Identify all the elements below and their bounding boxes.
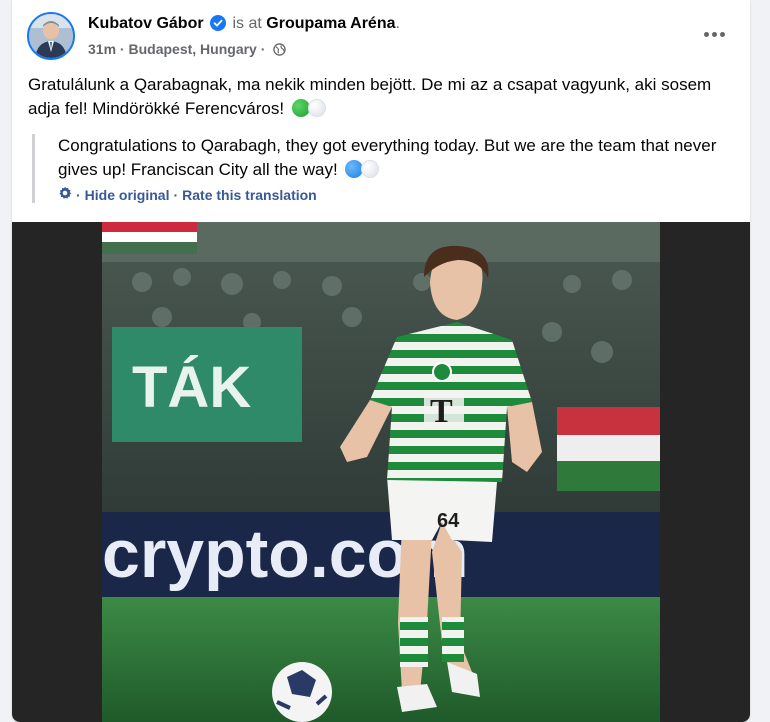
- translation-block: Congratulations to Qarabagh, they got ev…: [32, 134, 732, 203]
- original-text: Gratulálunk a Qarabagnak, ma nekik minde…: [28, 75, 712, 118]
- photo-image: TÁK crypto.com 64 T: [102, 222, 660, 722]
- gear-icon[interactable]: [58, 186, 72, 203]
- globe-icon[interactable]: [273, 43, 287, 59]
- hide-original-link[interactable]: Hide original: [85, 187, 170, 203]
- author-name[interactable]: Kubatov Gábor: [88, 15, 204, 32]
- dot-separator: ·: [76, 186, 81, 203]
- translation-text: Congratulations to Qarabagh, they got ev…: [58, 136, 717, 179]
- rate-translation-link[interactable]: Rate this translation: [182, 187, 317, 203]
- translation-text-line: Congratulations to Qarabagh, they got ev…: [58, 134, 732, 182]
- post-header-title: Kubatov Gábor is at Groupama Aréna.: [88, 15, 400, 36]
- banner-text: TÁK: [132, 355, 251, 420]
- post-card: Kubatov Gábor is at Groupama Aréna. 31m …: [12, 0, 750, 722]
- shirt-logo: T: [430, 393, 453, 430]
- post-location[interactable]: Budapest, Hungary: [128, 41, 256, 57]
- title-period: .: [395, 15, 400, 32]
- meta-separator: ·: [119, 41, 125, 57]
- avatar-image: [29, 14, 73, 58]
- more-options-icon[interactable]: [696, 22, 732, 46]
- dot-separator-2: ·: [173, 186, 179, 203]
- verified-badge-icon: [210, 15, 227, 36]
- translation-links: · Hide original · Rate this translation: [58, 186, 732, 203]
- white-circle-emoji-2: [361, 160, 380, 178]
- post-media[interactable]: TÁK crypto.com 64 T: [12, 222, 750, 722]
- post-photo[interactable]: TÁK crypto.com 64 T: [102, 222, 660, 722]
- post-original-text: Gratulálunk a Qarabagnak, ma nekik minde…: [28, 73, 733, 121]
- shirt-number: 64: [437, 510, 460, 532]
- post-time[interactable]: 31m: [88, 41, 116, 57]
- check-in-place[interactable]: Groupama Aréna: [266, 15, 395, 32]
- is-at-label: is at: [232, 15, 262, 32]
- white-circle-emoji: [307, 99, 326, 117]
- post-meta: 31m · Budapest, Hungary ·: [88, 41, 287, 59]
- author-avatar[interactable]: [27, 12, 75, 60]
- meta-separator-2: ·: [260, 41, 266, 57]
